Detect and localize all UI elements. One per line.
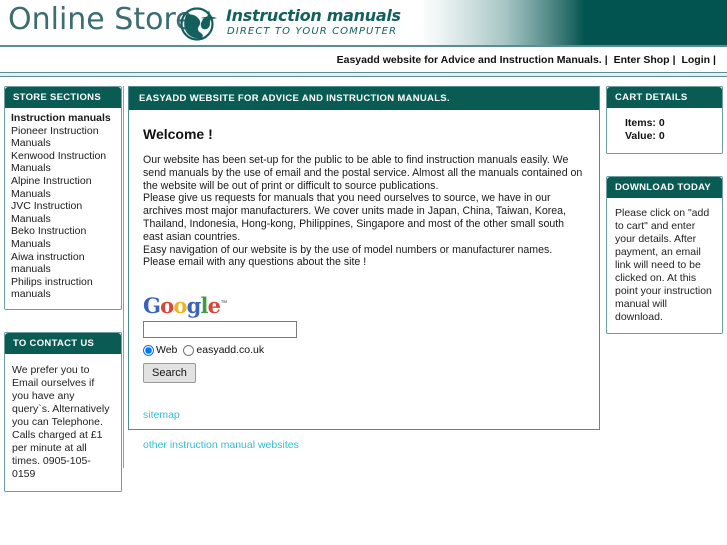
store-sections-panel: STORE SECTIONS Instruction manuals Pione… (4, 86, 122, 310)
top-navigation-links: Easyadd website for Advice and Instructi… (337, 54, 719, 66)
top-navigation: Easyadd website for Advice and Instructi… (0, 47, 727, 73)
intro-paragraph-1: Our website has been set-up for the publ… (143, 154, 583, 192)
cart-items-count: Items: 0 (625, 117, 665, 129)
globe-icon (178, 6, 220, 45)
google-logo-letter-e: e (207, 293, 221, 319)
sidebar-link-jvc[interactable]: JVC Instruction Manuals (11, 200, 115, 225)
google-search-button[interactable]: Search (143, 363, 196, 384)
sidebar-link-alpine[interactable]: Alpine Instruction Manuals (11, 175, 115, 200)
cart-details-body: Items: 0 Value: 0 (607, 108, 722, 153)
site-logo-text: Online Store (8, 2, 194, 37)
page-body: STORE SECTIONS Instruction manuals Pione… (0, 78, 727, 545)
sidebar-item-aiwa[interactable]: Aiwa instruction manuals (11, 251, 115, 276)
nav-separator-1: | (604, 54, 608, 66)
contact-text: We prefer you to Email ourselves if you … (12, 363, 110, 480)
store-sections-title: STORE SECTIONS (5, 87, 121, 108)
left-column-divider (123, 86, 124, 468)
sidebar-link-kenwood[interactable]: Kenwood Instruction Manuals (11, 150, 115, 175)
intro-paragraph-4: Please email with any questions about th… (143, 256, 367, 269)
google-search-input[interactable] (143, 321, 297, 339)
sidebar-item-pioneer[interactable]: Pioneer Instruction Manuals (11, 125, 115, 150)
download-today-text: Please click on "add to cart" and enter … (615, 207, 712, 324)
google-logo-letter-l: l (200, 293, 208, 319)
nav-separator-2: | (672, 54, 676, 66)
google-logo-letter-g2: g (186, 293, 202, 319)
nav-link-login[interactable]: Login (681, 54, 710, 66)
nav-link-tagline[interactable]: Easyadd website for Advice and Instructi… (337, 54, 602, 66)
brand-block: Instruction manuals DIRECT TO YOUR COMPU… (178, 4, 418, 44)
store-sections-body: Instruction manuals Pioneer Instruction … (5, 108, 121, 309)
google-scope-site-label: easyadd.co.uk (196, 344, 265, 357)
sidebar-item-alpine[interactable]: Alpine Instruction Manuals (11, 175, 115, 200)
footer-links: sitemap other instruction manual website… (143, 409, 585, 451)
sitemap-link[interactable]: sitemap (143, 409, 585, 421)
sidebar-item-philips[interactable]: Philips instruction manuals (11, 276, 115, 301)
sidebar-item-instruction-manuals[interactable]: Instruction manuals (11, 112, 115, 125)
brand-title: Instruction manuals (226, 6, 401, 25)
nav-separator-3: | (713, 54, 716, 66)
site-header: Online Store Instruction manuals DIRECT … (0, 0, 727, 47)
intro-paragraph-3: Easy navigation of our website is by the… (143, 243, 553, 256)
brand-subtitle: DIRECT TO YOUR COMPUTER (227, 26, 398, 37)
google-logo: Google™ (143, 293, 585, 317)
nav-link-enter-shop[interactable]: Enter Shop (614, 54, 670, 66)
contact-title: TO CONTACT US (5, 332, 121, 354)
contact-panel: TO CONTACT US We prefer you to Email our… (4, 331, 122, 492)
sidebar-link-instruction-manuals[interactable]: Instruction manuals (11, 112, 115, 125)
download-today-panel: DOWNLOAD TODAY Please click on "add to c… (606, 176, 723, 335)
google-scope-web-option[interactable]: Web (143, 344, 177, 356)
intro-paragraphs: Our website has been set-up for the publ… (143, 154, 585, 269)
google-scope-site-radio[interactable] (183, 344, 195, 356)
google-logo-letter-o2: o (173, 293, 187, 319)
sidebar-link-philips[interactable]: Philips instruction manuals (11, 276, 115, 301)
google-scope-site-option[interactable]: easyadd.co.uk (183, 344, 264, 356)
right-sidebar: CART DETAILS Items: 0 Value: 0 DOWNLOAD … (606, 86, 723, 346)
store-sections-list: Instruction manuals Pioneer Instruction … (11, 112, 115, 301)
sidebar-link-aiwa[interactable]: Aiwa instruction manuals (11, 251, 115, 276)
google-scope-web-radio[interactable] (143, 344, 154, 356)
intro-paragraph-2: Please give us requests for manuals that… (143, 192, 566, 243)
google-scope-web-label: Web (156, 344, 178, 357)
sidebar-item-kenwood[interactable]: Kenwood Instruction Manuals (11, 150, 115, 175)
other-websites-link[interactable]: other instruction manual websites (143, 439, 585, 451)
main-content-body: Welcome ! Our website has been set-up fo… (129, 110, 599, 475)
sidebar-link-pioneer[interactable]: Pioneer Instruction Manuals (11, 125, 115, 150)
left-sidebar: STORE SECTIONS Instruction manuals Pione… (4, 86, 122, 504)
main-content-title: EASYADD WEBSITE FOR ADVICE AND INSTRUCTI… (129, 87, 599, 110)
sidebar-item-jvc[interactable]: JVC Instruction Manuals (11, 200, 115, 225)
download-today-title: DOWNLOAD TODAY (607, 177, 722, 199)
nav-accent-strip (0, 72, 727, 77)
welcome-heading: Welcome ! (143, 126, 213, 142)
main-content-panel: EASYADD WEBSITE FOR ADVICE AND INSTRUCTI… (128, 86, 600, 451)
google-trademark: ™ (220, 300, 228, 308)
cart-details-title: CART DETAILS (607, 87, 722, 108)
cart-value-total: Value: 0 (625, 129, 665, 142)
google-logo-letter-o1: o (160, 293, 174, 319)
sidebar-link-beko[interactable]: Beko Instruction Manuals (11, 225, 115, 250)
google-scope-radios: Web easyadd.co.uk (143, 344, 585, 356)
cart-details-panel: CART DETAILS Items: 0 Value: 0 (606, 86, 723, 155)
google-logo-letter-g1: G (143, 293, 161, 319)
google-search-widget: Google™ Web easyadd.co.uk Search (143, 293, 585, 384)
sidebar-item-beko[interactable]: Beko Instruction Manuals (11, 225, 115, 250)
